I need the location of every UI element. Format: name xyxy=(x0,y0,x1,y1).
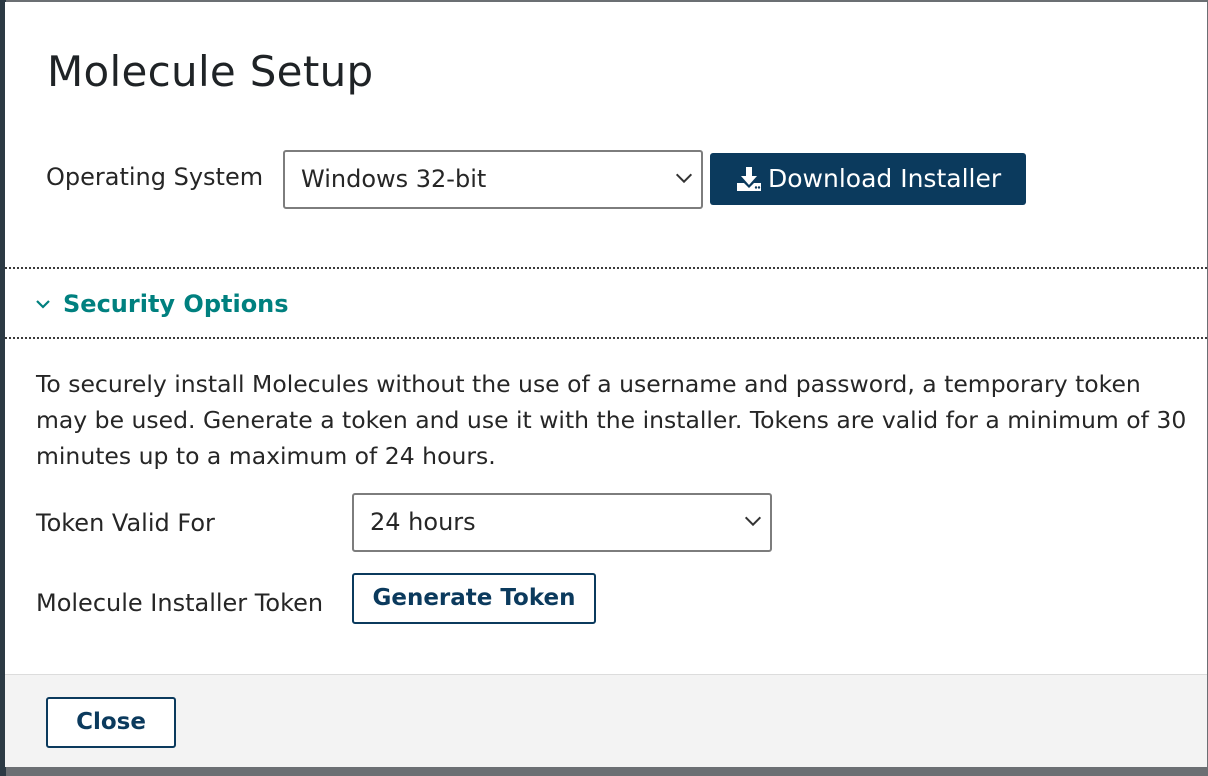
molecule-installer-token-label: Molecule Installer Token xyxy=(36,589,324,617)
dialog-title: Molecule Setup xyxy=(47,47,374,96)
generate-token-button[interactable]: Generate Token xyxy=(352,573,596,624)
operating-system-label: Operating System xyxy=(46,163,264,191)
token-valid-for-selected-value: 24 hours xyxy=(370,508,476,536)
operating-system-selected-value: Windows 32-bit xyxy=(301,165,487,193)
download-icon xyxy=(737,167,761,191)
security-description: To securely install Molecules without th… xyxy=(36,370,1187,470)
molecule-setup-dialog: Molecule Setup Operating System Windows … xyxy=(5,2,1207,767)
token-valid-for-select[interactable]: 24 hours xyxy=(352,493,772,552)
section-divider-bottom xyxy=(5,337,1207,339)
chevron-down-icon xyxy=(675,173,693,184)
dialog-footer: Close xyxy=(5,674,1207,767)
download-installer-button[interactable]: Download Installer xyxy=(710,153,1026,205)
chevron-down-icon xyxy=(36,300,50,309)
download-installer-label: Download Installer xyxy=(768,164,1002,193)
operating-system-select[interactable]: Windows 32-bit xyxy=(283,150,703,209)
section-divider-top xyxy=(5,267,1207,269)
token-valid-for-label: Token Valid For xyxy=(36,509,215,537)
chevron-down-icon xyxy=(744,516,762,527)
security-options-label: Security Options xyxy=(63,290,289,318)
close-button[interactable]: Close xyxy=(46,697,176,748)
